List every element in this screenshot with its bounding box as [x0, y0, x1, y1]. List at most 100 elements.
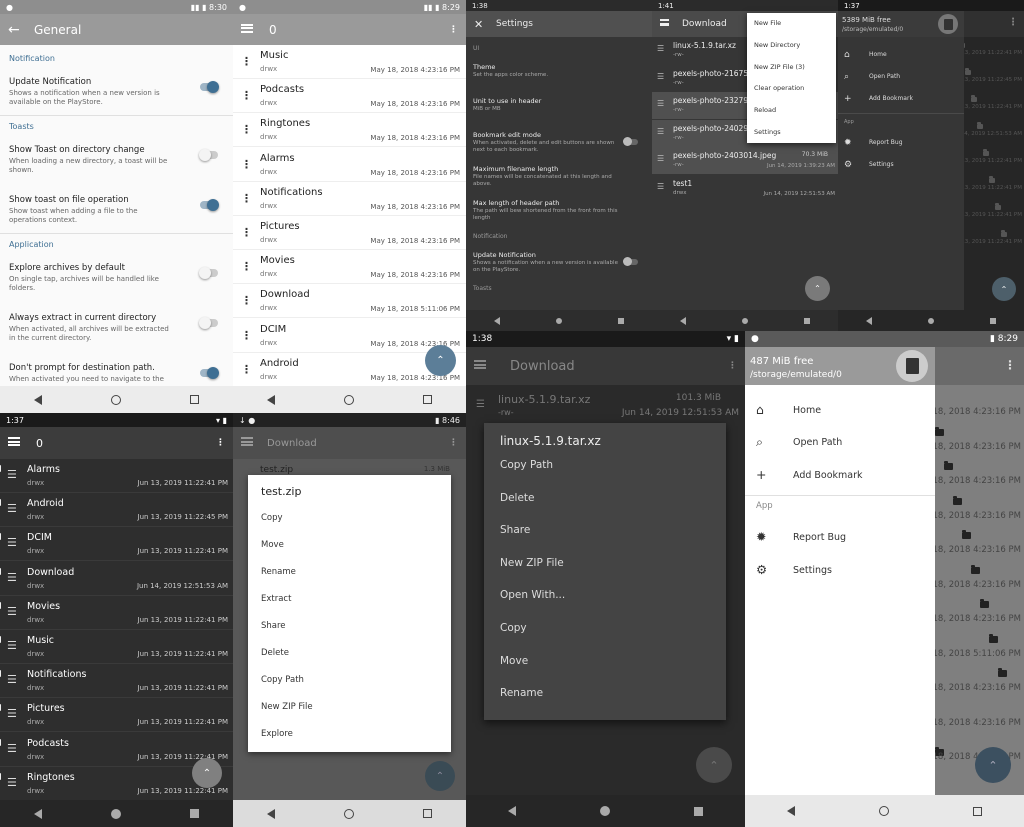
option-rename[interactable]: Rename — [500, 687, 543, 699]
fab-up-button[interactable]: ⌃ — [992, 277, 1016, 301]
file-row[interactable]: ⋮ Music drwx May 18, 2018 4:23:16 PM — [233, 45, 466, 79]
file-row[interactable]: ⋮ Podcasts drwx May 18, 2018 4:23:16 PM — [233, 79, 466, 114]
nav-back-icon[interactable] — [787, 806, 795, 816]
option-copy-path[interactable]: Copy Path — [261, 675, 304, 685]
file-row[interactable]: ⋮ Notifications drwx May 18, 2018 4:23:16 P… — [233, 182, 466, 216]
drawer-item-report-bug[interactable]: ✹ Report Bug — [838, 133, 964, 155]
setting-item[interactable]: Update Notification Shows a notification … — [466, 246, 652, 278]
nav-recents-icon[interactable] — [694, 806, 703, 816]
nav-recents-icon[interactable] — [422, 395, 432, 404]
drawer-item-open-path[interactable]: ⌕ Open Path — [838, 67, 964, 89]
option-copy[interactable]: Copy — [261, 513, 283, 523]
setting-item[interactable]: Bookmark edit mode When activated, delete… — [466, 126, 652, 158]
drawer-item-settings[interactable]: ⚙ Settings — [838, 155, 964, 177]
drawer-item-add-bookmark[interactable]: + Add Bookmark — [745, 460, 935, 493]
file-row[interactable]: ⋮ Download drwx May 18, 2018 5:11:06 PM — [233, 284, 466, 319]
option-share[interactable]: Share — [261, 621, 286, 631]
option-share[interactable]: Share — [500, 524, 530, 536]
file-row[interactable]: ☰ Movies drwx Jun 13, 2019 11:22:41 PM — [0, 596, 233, 630]
menu-item-settings[interactable]: Settings — [754, 128, 781, 136]
option-rename[interactable]: Rename — [261, 567, 296, 577]
setting-item[interactable]: Update Notification Shows a notification … — [0, 69, 233, 117]
file-row[interactable]: ☰ Notifications drwx Jun 13, 2019 11:22:41 … — [0, 664, 233, 699]
nav-recents-icon[interactable] — [804, 317, 810, 324]
setting-item[interactable]: Maximum filename length File names will b… — [466, 160, 652, 192]
setting-item[interactable]: Show Toast on directory change When loadi… — [0, 137, 233, 185]
drawer-item-settings[interactable]: ⚙ Settings — [745, 555, 935, 588]
nav-back-icon[interactable] — [508, 806, 516, 816]
drawer-item-home[interactable]: ⌂ Home — [745, 395, 935, 428]
option-explore[interactable]: Explore — [261, 729, 293, 739]
option-copy[interactable]: Copy — [500, 622, 527, 634]
sd-card-icon[interactable] — [896, 350, 928, 382]
nav-home-icon[interactable] — [600, 806, 610, 816]
nav-back-icon[interactable] — [680, 316, 686, 325]
nav-home-icon[interactable] — [742, 317, 748, 324]
nav-back-icon[interactable] — [34, 808, 43, 819]
overflow-menu-icon[interactable]: ⋮ — [1008, 17, 1018, 28]
file-row[interactable]: ☰ pexels-photo-2403014.jpeg -rw- 70.3 MiB Ju… — [652, 147, 838, 174]
sd-card-icon[interactable] — [938, 14, 958, 34]
back-arrow-icon[interactable]: ← — [8, 22, 34, 38]
toggle-switch[interactable] — [623, 137, 638, 146]
more-options-icon[interactable]: ⋮ — [241, 192, 252, 205]
toggle-switch[interactable] — [200, 81, 219, 93]
setting-item[interactable]: Explore archives by default On single tap… — [0, 255, 233, 303]
menu-item-new-zip-file-3[interactable]: New ZIP File (3) — [754, 63, 805, 71]
menu-item-new-file[interactable]: New File — [754, 19, 781, 27]
menu-icon[interactable] — [241, 437, 267, 449]
more-options-icon[interactable]: ⋮ — [241, 226, 252, 239]
fab-up-button[interactable]: ⌃ — [192, 758, 222, 788]
nav-home-icon[interactable] — [110, 808, 121, 819]
toggle-switch[interactable] — [200, 367, 219, 379]
fab-up-button[interactable]: ⌃ — [975, 747, 1011, 783]
fab-up-button[interactable]: ⌃ — [425, 345, 456, 376]
nav-home-icon[interactable] — [343, 394, 354, 405]
file-row[interactable]: ☰ Pictures drwx Jun 13, 2019 11:22:41 PM — [0, 698, 233, 733]
menu-icon[interactable] — [241, 23, 269, 36]
nav-recents-icon[interactable] — [973, 806, 982, 816]
more-options-icon[interactable]: ⋮ — [241, 158, 252, 171]
overflow-menu-icon[interactable]: ⋮ — [1004, 358, 1016, 372]
nav-back-icon[interactable] — [267, 808, 276, 819]
menu-icon[interactable] — [474, 360, 510, 372]
toggle-switch[interactable] — [199, 149, 218, 161]
menu-item-new-directory[interactable]: New Directory — [754, 41, 800, 49]
fab-up-button[interactable]: ⌃ — [805, 276, 830, 301]
option-move[interactable]: Move — [261, 540, 284, 550]
nav-home-icon[interactable] — [556, 317, 562, 324]
option-delete[interactable]: Delete — [261, 648, 289, 658]
toggle-switch[interactable] — [623, 257, 638, 266]
option-delete[interactable]: Delete — [500, 492, 535, 504]
option-copy-path[interactable]: Copy Path — [500, 459, 553, 471]
menu-item-clear-operation[interactable]: Clear operation — [754, 84, 804, 92]
menu-icon[interactable] — [8, 437, 36, 449]
file-row[interactable]: ☰ Android drwx Jun 13, 2019 11:22:45 PM — [0, 493, 233, 528]
file-row[interactable]: ☰ DCIM drwx Jun 13, 2019 11:22:41 PM — [0, 527, 233, 562]
nav-back-icon[interactable] — [267, 394, 276, 405]
more-options-icon[interactable]: ⋮ — [241, 89, 252, 102]
fab-up-button[interactable]: ⌃ — [696, 747, 732, 783]
nav-home-icon[interactable] — [879, 806, 889, 816]
drawer-item-add-bookmark[interactable]: + Add Bookmark — [838, 89, 964, 111]
nav-recents-icon[interactable] — [189, 395, 199, 404]
more-options-icon[interactable]: ⋮ — [241, 329, 252, 342]
toggle-switch[interactable] — [199, 267, 218, 279]
more-options-icon[interactable]: ⋮ — [241, 294, 252, 307]
nav-recents-icon[interactable] — [990, 317, 996, 324]
menu-item-reload[interactable]: Reload — [754, 106, 776, 114]
nav-back-icon[interactable] — [34, 394, 43, 405]
menu-icon[interactable] — [660, 19, 682, 29]
drawer-item-report-bug[interactable]: ✹ Report Bug — [745, 523, 935, 556]
nav-back-icon[interactable] — [494, 316, 500, 325]
more-options-icon[interactable]: ⋮ — [241, 363, 252, 376]
nav-home-icon[interactable] — [928, 317, 934, 324]
overflow-menu-icon[interactable]: ⋮ — [216, 438, 225, 448]
nav-recents-icon[interactable] — [422, 809, 432, 818]
overflow-menu-icon[interactable]: ⋮ — [449, 438, 458, 448]
more-options-icon[interactable]: ⋮ — [241, 260, 252, 273]
close-icon[interactable]: ✕ — [474, 18, 496, 31]
option-extract[interactable]: Extract — [261, 594, 291, 604]
setting-item[interactable]: Theme Set the apps color scheme. — [466, 58, 652, 90]
nav-recents-icon[interactable] — [189, 809, 199, 818]
